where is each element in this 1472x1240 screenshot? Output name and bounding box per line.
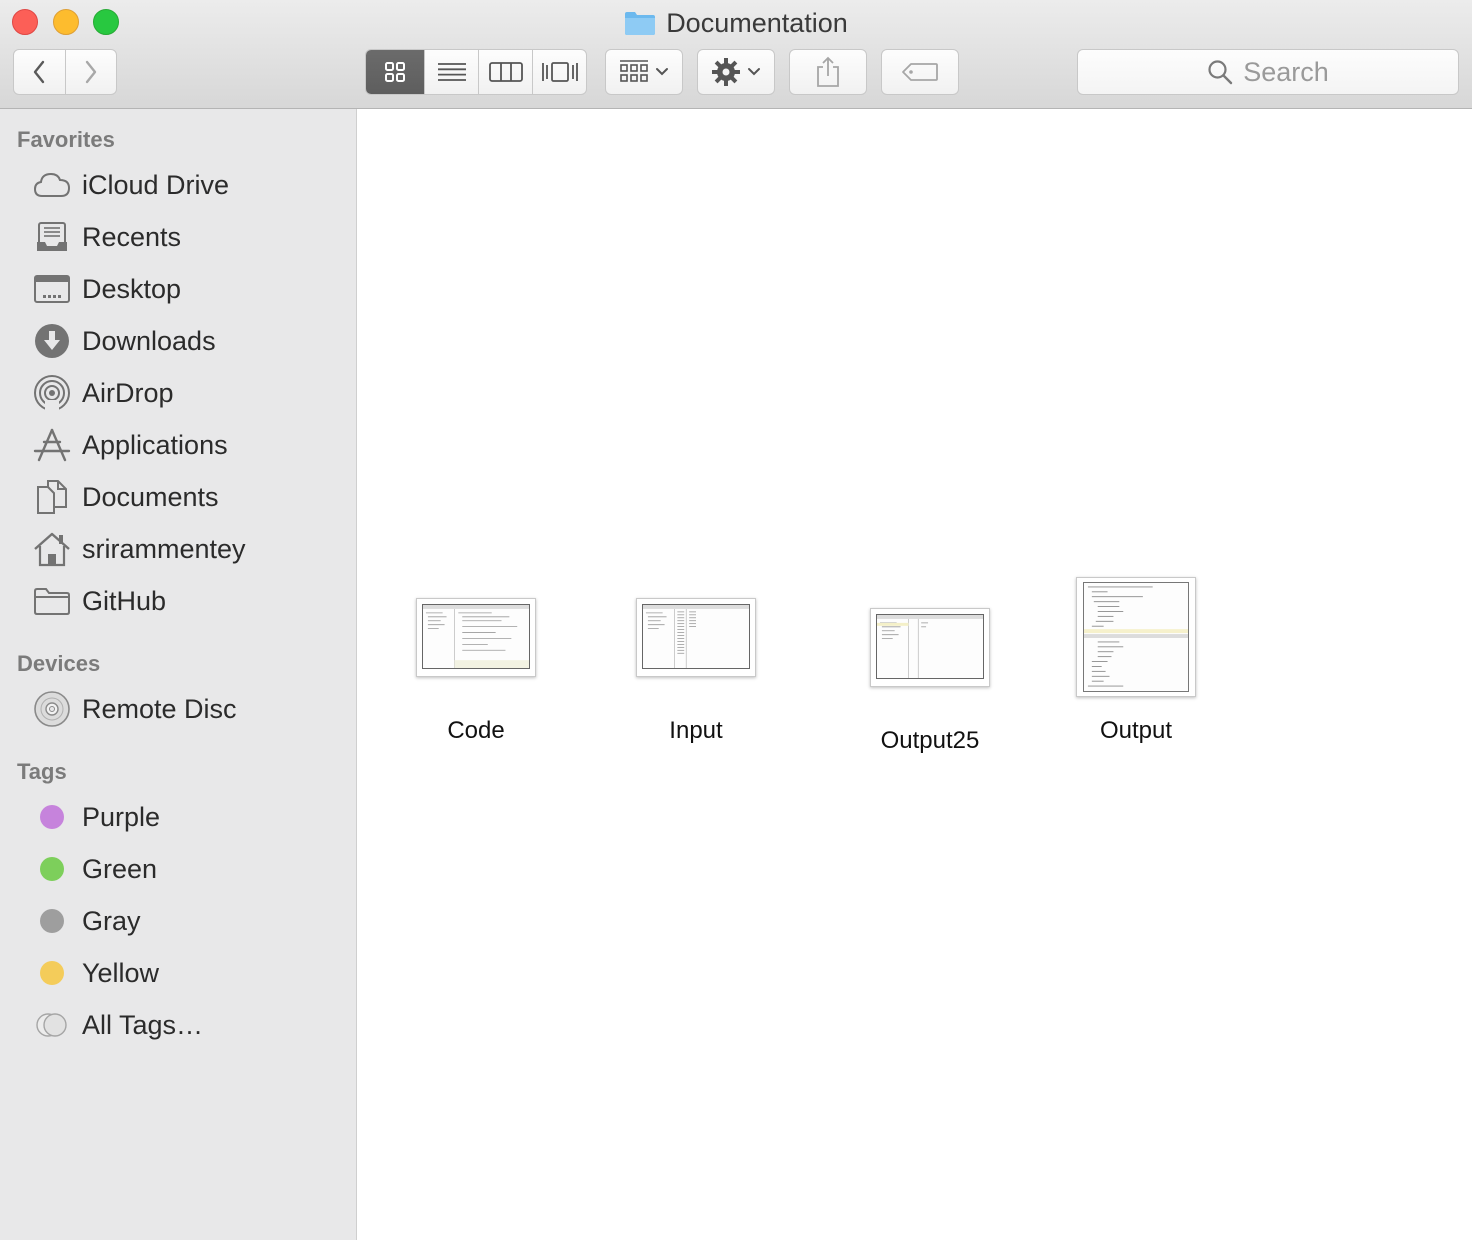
tag-dot-icon [40,961,64,985]
tag-icon [902,63,938,81]
sidebar-tag-all-tags[interactable]: All Tags… [0,1001,356,1049]
search-field[interactable]: Search [1077,49,1459,95]
cover-flow-icon [541,62,578,82]
forward-button[interactable] [64,50,117,94]
cloud-icon [33,166,71,204]
tag-dot-icon [40,857,64,881]
search-placeholder: Search [1243,56,1329,87]
sidebar-tag-gray[interactable]: Gray [0,897,356,945]
folder-icon [33,582,71,620]
folder-icon [625,12,656,35]
chevron-right-icon [85,60,96,84]
edit-tags-button[interactable] [881,49,959,95]
sidebar-item-label: Purple [82,801,161,832]
tags-header: Tags [17,759,67,784]
file-name: Output [1099,717,1173,744]
file-area: Code Input Output25 Output [358,109,1472,1240]
tag-dot-icon [40,909,64,933]
finder-window: Documentation Search Favorites iCloud Dr… [0,0,1472,1240]
sidebar-item-label: All Tags… [82,1009,204,1040]
file-thumbnail [1076,577,1196,697]
sidebar-item-label: iCloud Drive [82,169,230,200]
back-button[interactable] [14,50,65,94]
disc-icon [33,690,71,728]
sidebar-item-label: Yellow [82,957,160,988]
sidebar-tag-green[interactable]: Green [0,845,356,893]
sidebar-item-home[interactable]: srirammentey [0,525,356,573]
view-switcher [365,49,587,95]
list-view-icon [437,63,466,81]
column-view-icon [488,62,523,82]
sidebar-item-label: Remote Disc [82,693,237,724]
download-icon [33,322,71,360]
sidebar-item-label: Recents [82,221,182,252]
sidebar-item-label: Applications [82,429,228,460]
sidebar: Favorites iCloud Drive Recents Desktop D… [0,109,357,1240]
sidebar-item-label: srirammentey [82,533,246,564]
documents-icon [33,478,71,516]
file-thumbnail [636,598,756,677]
sidebar-item-downloads[interactable]: Downloads [0,317,356,365]
sidebar-item-label: Documents [82,481,219,512]
all-tags-icon [33,1006,71,1044]
sidebar-item-desktop[interactable]: Desktop [0,265,356,313]
toolbar: Documentation Search [0,0,1472,109]
sidebar-item-recents[interactable]: Recents [0,213,356,261]
sidebar-item-airdrop[interactable]: AirDrop [0,369,356,417]
desktop-icon [33,270,71,308]
share-icon [817,56,839,87]
file-thumbnail [870,608,990,687]
sidebar-item-github[interactable]: GitHub [0,577,356,625]
file-thumbnail [416,598,536,677]
chevron-down-icon [656,68,668,76]
action-button[interactable] [697,49,775,95]
window-title-text: Documentation [666,8,848,38]
share-button[interactable] [789,49,867,95]
tag-dot-icon [40,805,64,829]
sidebar-item-label: GitHub [82,585,167,616]
sidebar-item-label: AirDrop [82,377,174,408]
sidebar-item-label: Gray [82,905,141,936]
window-title: Documentation [0,6,1472,44]
file-name: Input [669,717,723,744]
file-name: Code [447,717,505,744]
sidebar-item-remote-disc[interactable]: Remote Disc [0,685,356,733]
search-icon [1208,60,1233,85]
sidebar-tag-purple[interactable]: Purple [0,793,356,841]
column-view-button[interactable] [478,50,532,94]
arrange-button[interactable] [605,49,683,95]
sidebar-item-applications[interactable]: Applications [0,421,356,469]
applications-icon [33,426,71,464]
sidebar-tag-yellow[interactable]: Yellow [0,949,356,997]
airdrop-icon [33,374,71,412]
file-name: Output25 [880,727,980,754]
sidebar-item-documents[interactable]: Documents [0,473,356,521]
sidebar-item-icloud-drive[interactable]: iCloud Drive [0,161,356,209]
chevron-down-icon [748,68,760,76]
icon-view-icon [385,62,405,82]
favorites-header: Favorites [17,127,115,152]
list-view-button[interactable] [424,50,478,94]
icon-view-button[interactable] [366,50,424,94]
home-icon [33,530,71,568]
chevron-left-icon [34,60,45,84]
sidebar-item-label: Desktop [82,273,182,304]
gear-icon [712,58,740,86]
arrange-grid-icon [620,60,648,82]
recents-icon [33,218,71,256]
navigation-buttons [13,49,117,95]
sidebar-item-label: Downloads [82,325,216,356]
devices-header: Devices [17,651,101,676]
sidebar-item-label: Green [82,853,158,884]
cover-flow-button[interactable] [532,50,586,94]
